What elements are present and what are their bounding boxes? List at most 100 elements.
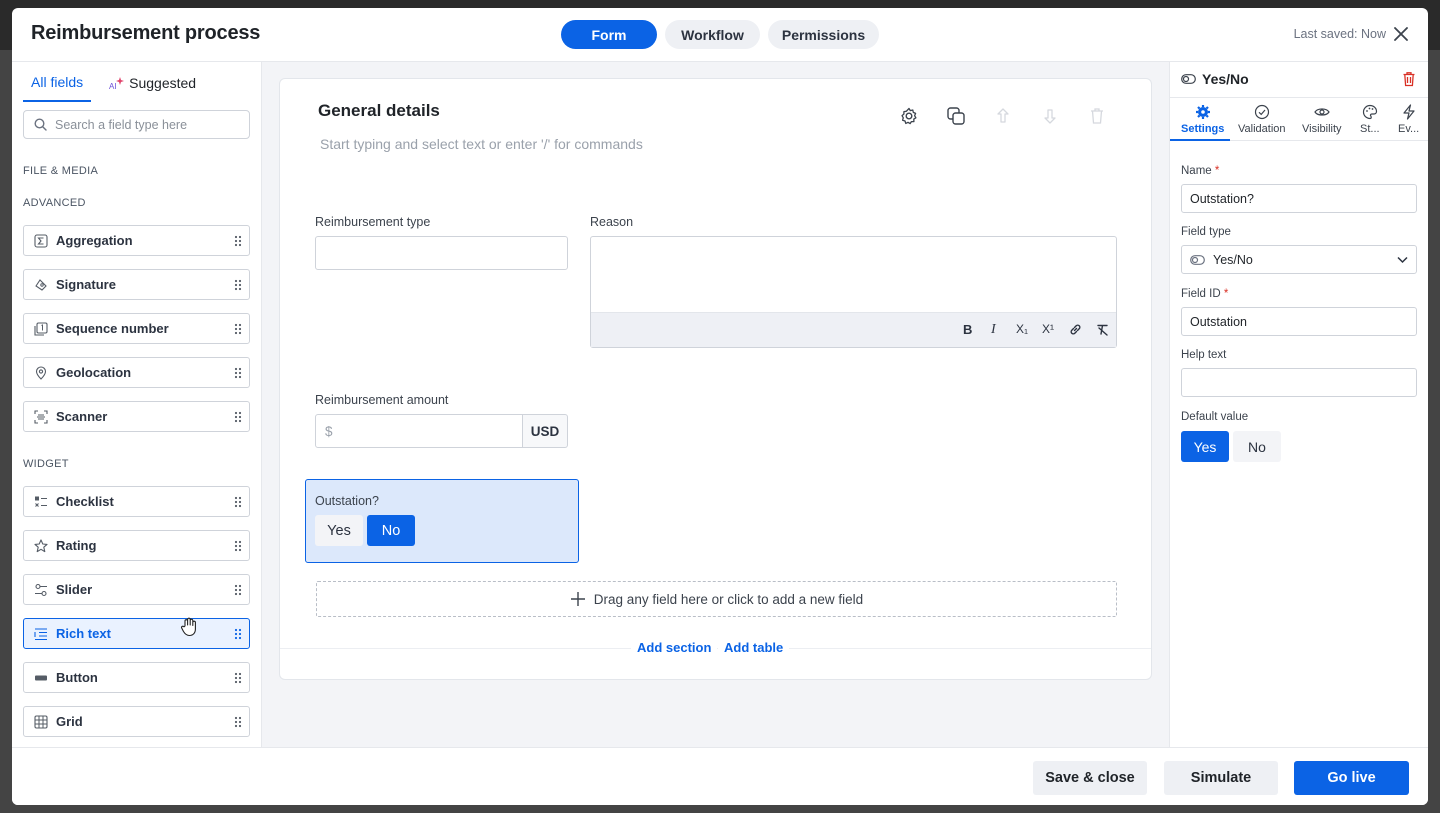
tab-permissions[interactable]: Permissions <box>768 20 879 49</box>
tab-form[interactable]: Form <box>561 20 657 49</box>
rich-text-icon <box>34 627 48 641</box>
outstation-no-button[interactable]: No <box>367 515 415 546</box>
delete-field-icon[interactable] <box>1401 71 1417 87</box>
field-palette: All fields AI Suggested Search a field t… <box>12 62 262 747</box>
mode-tabs: Form Workflow Permissions <box>561 20 879 49</box>
tab-visibility[interactable]: Visibility <box>1302 104 1342 135</box>
default-value-label: Default value <box>1181 411 1249 423</box>
reimbursement-type-input[interactable] <box>315 236 568 270</box>
field-id-label: Field ID * <box>1181 288 1228 300</box>
field-item-scanner[interactable]: Scanner <box>23 401 250 432</box>
toggle-icon <box>1190 254 1205 265</box>
drag-handle-icon[interactable] <box>234 716 242 728</box>
add-table-link[interactable]: Add table <box>718 640 790 655</box>
duplicate-icon[interactable] <box>946 106 966 126</box>
tab-suggested[interactable]: AI Suggested <box>101 72 204 102</box>
move-down-icon[interactable] <box>1040 106 1060 126</box>
drag-handle-icon[interactable] <box>234 628 242 640</box>
tab-validation[interactable]: Validation <box>1238 104 1286 135</box>
help-text-input[interactable] <box>1181 368 1417 397</box>
tab-settings[interactable]: Settings <box>1181 104 1224 135</box>
outstation-field-selected[interactable]: Outstation? Yes No <box>305 479 579 563</box>
superscript-button[interactable]: X¹ <box>1042 322 1054 336</box>
drag-handle-icon[interactable] <box>234 323 242 335</box>
field-search-input[interactable]: Search a field type here <box>23 110 250 139</box>
field-item-geolocation[interactable]: Geolocation <box>23 357 250 388</box>
simulate-button[interactable]: Simulate <box>1164 761 1278 795</box>
name-value: Outstation? <box>1190 191 1254 206</box>
subscript-button[interactable]: X₁ <box>1016 322 1028 336</box>
tab-settings-label: Settings <box>1181 123 1225 135</box>
drag-handle-icon[interactable] <box>234 496 242 508</box>
section-advanced: ADVANCED <box>23 197 86 209</box>
section-title[interactable]: General details <box>318 101 440 121</box>
drag-handle-icon[interactable] <box>234 540 242 552</box>
field-item-checklist[interactable]: Checklist <box>23 486 250 517</box>
section-description-input[interactable]: Start typing and select text or enter '/… <box>320 136 643 152</box>
drag-handle-icon[interactable] <box>234 411 242 423</box>
drag-handle-icon[interactable] <box>234 672 242 684</box>
required-mark: * <box>1223 288 1229 300</box>
field-item-grid[interactable]: Grid <box>23 706 250 737</box>
gear-icon[interactable] <box>899 106 919 126</box>
name-field[interactable]: Outstation? <box>1181 184 1417 213</box>
scanner-icon <box>34 409 48 424</box>
field-item-rating[interactable]: Rating <box>23 530 250 561</box>
modal-header: Reimbursement process Form Workflow Perm… <box>12 8 1428 62</box>
italic-button[interactable]: I <box>991 322 996 338</box>
rich-text-toolbar: B I X₁ X¹ <box>591 312 1116 347</box>
drag-handle-icon[interactable] <box>234 235 242 247</box>
outstation-yes-button[interactable]: Yes <box>315 515 363 546</box>
tab-style[interactable]: St... <box>1360 104 1380 135</box>
field-item-button[interactable]: Button <box>23 662 250 693</box>
field-item-aggregation[interactable]: Aggregation <box>23 225 250 256</box>
drag-handle-icon[interactable] <box>234 279 242 291</box>
link-icon[interactable] <box>1069 323 1082 336</box>
search-placeholder: Search a field type here <box>55 117 188 132</box>
default-yes-button[interactable]: Yes <box>1181 431 1229 462</box>
reason-label: Reason <box>590 215 634 229</box>
go-live-button[interactable]: Go live <box>1294 761 1409 795</box>
reason-rich-text-input[interactable]: B I X₁ X¹ <box>590 236 1117 348</box>
drag-handle-icon[interactable] <box>234 367 242 379</box>
tab-workflow[interactable]: Workflow <box>665 20 760 49</box>
bold-button[interactable]: B <box>963 322 972 337</box>
name-label: Name * <box>1181 165 1219 177</box>
sigma-icon <box>34 233 48 248</box>
field-properties-panel: Yes/No Settings Validation Visibility St… <box>1169 62 1428 747</box>
field-item-sequence-number[interactable]: Sequence number <box>23 313 250 344</box>
field-item-label: Sequence number <box>56 321 169 336</box>
field-item-label: Rich text <box>56 626 111 641</box>
field-item-label: Signature <box>56 277 116 292</box>
field-item-slider[interactable]: Slider <box>23 574 250 605</box>
check-circle-icon <box>1254 104 1269 120</box>
field-item-label: Slider <box>56 582 93 597</box>
delete-section-icon[interactable] <box>1087 106 1107 126</box>
ai-badge: AI <box>109 82 117 90</box>
outstation-label: Outstation? <box>315 494 379 508</box>
move-up-icon[interactable] <box>993 106 1013 126</box>
field-item-signature[interactable]: Signature <box>23 269 250 300</box>
reimbursement-amount-input[interactable]: $ <box>315 414 523 448</box>
clear-format-icon[interactable] <box>1096 323 1109 336</box>
checklist-icon <box>34 495 48 509</box>
field-id-value: Outstation <box>1190 314 1247 329</box>
section-file-media[interactable]: FILE & MEDIA <box>23 165 98 177</box>
tab-events-label: Ev... <box>1398 123 1420 135</box>
close-icon[interactable] <box>1392 25 1410 43</box>
palette-icon <box>1362 104 1377 120</box>
properties-title: Yes/No <box>1202 71 1249 87</box>
form-builder-modal: Reimbursement process Form Workflow Perm… <box>12 8 1428 805</box>
add-field-dropzone[interactable]: Drag any field here or click to add a ne… <box>316 581 1117 617</box>
location-pin-icon <box>34 365 48 380</box>
save-close-button[interactable]: Save & close <box>1033 761 1147 795</box>
tab-events[interactable]: Ev... <box>1398 104 1419 135</box>
drag-handle-icon[interactable] <box>234 584 242 596</box>
tab-visibility-label: Visibility <box>1302 123 1342 135</box>
field-type-select[interactable]: Yes/No <box>1181 245 1417 274</box>
add-section-link[interactable]: Add section <box>631 640 718 655</box>
tab-all-fields[interactable]: All fields <box>23 72 92 102</box>
field-id-input[interactable]: Outstation <box>1181 307 1417 336</box>
default-no-button[interactable]: No <box>1233 431 1281 462</box>
field-item-rich-text[interactable]: Rich text <box>23 618 250 649</box>
